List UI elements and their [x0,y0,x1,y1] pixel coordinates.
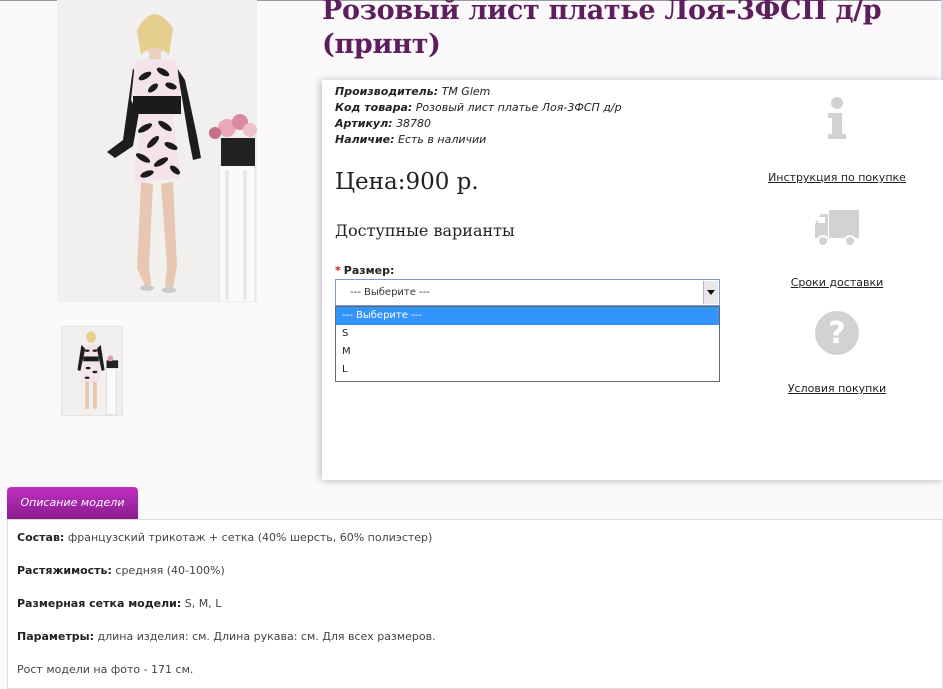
options-heading: Доступные варианты [335,221,515,240]
size-select[interactable]: --- Выберите --- [335,279,720,306]
conditions-link[interactable]: Условия покупки [752,382,922,395]
description-row-sizes: Размерная сетка модели: S, M, L [17,597,221,610]
spec-manufacturer: Производитель: TM Glem [335,84,622,100]
spec-label: Артикул: [335,117,393,130]
product-specs: Производитель: TM Glem Код товара: Розов… [335,84,622,148]
required-mark: * [335,264,341,277]
description-value: средняя (40-100%) [115,564,225,577]
description-value: Рост модели на фото - 171 см. [17,663,194,676]
product-thumbnail[interactable] [61,326,123,416]
truck-icon [815,210,859,247]
spec-value: TM Glem [441,85,491,98]
conditions-block: ? Условия покупки [752,310,922,395]
dress-photo-illustration [57,0,257,302]
spec-label: Производитель: [335,85,439,98]
size-option-m[interactable]: M [336,343,719,361]
size-label-text: Размер: [343,264,395,277]
size-option-placeholder[interactable]: --- Выберите --- [336,307,719,325]
size-label: * Размер: [335,264,394,277]
question-icon: ? [815,311,859,355]
description-label: Размерная сетка модели: [17,597,182,610]
product-main-image[interactable] [57,0,257,302]
size-dropdown-list: --- Выберите --- S M L [335,306,720,382]
chevron-down-icon[interactable] [703,281,718,304]
instruction-block: Инструкция по покупке [752,96,922,184]
spec-label: Код товара: [335,101,413,114]
product-price: Цена:900 р. [335,169,479,195]
size-select-value: --- Выберите --- [350,287,430,298]
spec-value: Розовый лист платье Лоя-3ФСП д/р [415,101,622,114]
description-label: Состав: [17,531,65,544]
spec-label: Наличие: [335,133,395,146]
info-icon [828,97,846,139]
delivery-block: Сроки доставки [752,208,922,289]
description-value: длина изделия: см. Длина рукава: см. Для… [97,630,436,643]
description-row-parameters: Параметры: длина изделия: см. Длина рука… [17,630,436,643]
instruction-link[interactable]: Инструкция по покупке [752,171,922,184]
description-value: S, M, L [184,597,222,610]
dress-thumbnail-illustration [62,327,122,415]
spec-product-code: Код товара: Розовый лист платье Лоя-3ФСП… [335,100,622,116]
description-row-stretch: Растяжимость: средняя (40-100%) [17,564,225,577]
svg-text:?: ? [828,316,845,351]
size-option-s[interactable]: S [336,325,719,343]
tab-model-description[interactable]: Описание модели [7,487,138,519]
spec-value: Есть в наличии [398,133,487,146]
spec-article: Артикул: 38780 [335,116,622,132]
delivery-link[interactable]: Сроки доставки [752,276,922,289]
description-row-model-height: Рост модели на фото - 171 см. [17,663,193,676]
size-option-l[interactable]: L [336,361,719,379]
spec-availability: Наличие: Есть в наличии [335,132,622,148]
description-row-composition: Состав: французский трикотаж + сетка (40… [17,531,432,544]
description-value: французский трикотаж + сетка (40% шерсть… [67,531,433,544]
spec-value: 38780 [396,117,432,130]
description-label: Растяжимость: [17,564,112,577]
description-label: Параметры: [17,630,94,643]
description-panel: Состав: французский трикотаж + сетка (40… [7,519,943,689]
product-title: Розовый лист платье Лоя-3ФСП д/р (принт) [322,0,882,60]
